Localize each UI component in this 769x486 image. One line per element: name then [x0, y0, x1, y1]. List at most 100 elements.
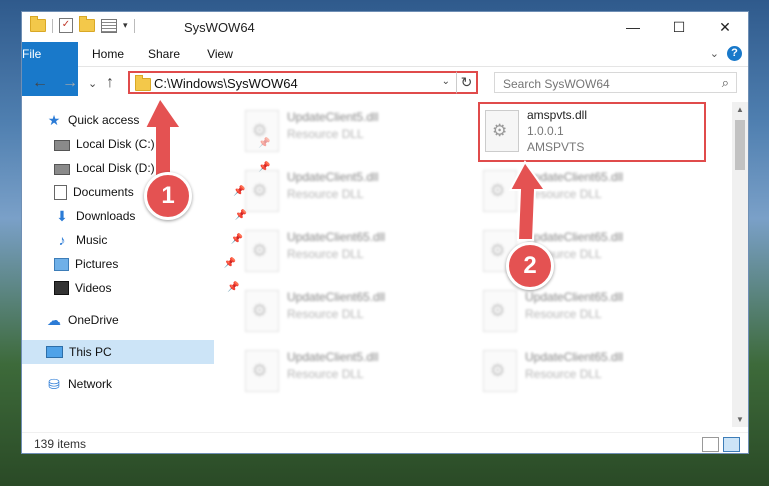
- dll-file-icon: [245, 230, 279, 272]
- file-name: UpdateClient5.dll: [287, 170, 379, 184]
- list-item[interactable]: UpdateClient65.dll Resource DLL: [478, 344, 623, 398]
- sidebar-item-network[interactable]: ⛁ Network: [46, 372, 112, 396]
- selected-file-amspvts[interactable]: amspvts.dll 1.0.0.1 AMSPVTS: [478, 102, 706, 162]
- divider: [133, 18, 135, 33]
- navigation-pane: ★ Quick access Local Disk (C:) 📌 Local D…: [22, 102, 271, 427]
- file-version: 1.0.0.1: [527, 124, 564, 138]
- sidebar-item-videos[interactable]: Videos 📌: [54, 276, 239, 300]
- tab-home[interactable]: Home: [85, 42, 131, 66]
- videos-icon: [54, 281, 69, 295]
- step-1-badge: 1: [144, 172, 192, 220]
- properties-check-icon[interactable]: ✓: [59, 18, 73, 33]
- music-icon: ♪: [58, 232, 66, 248]
- sidebar-item-local-disk-c[interactable]: Local Disk (C:) 📌: [54, 132, 271, 156]
- file-description: Resource DLL: [287, 247, 364, 261]
- dll-file-icon: [245, 290, 279, 332]
- file-description: Resource DLL: [525, 367, 602, 381]
- file-description: Resource DLL: [525, 187, 602, 201]
- dll-file-icon: [245, 170, 279, 212]
- large-icons-view-icon[interactable]: [723, 437, 740, 452]
- expand-ribbon-chevron-icon[interactable]: ⌄: [710, 47, 719, 60]
- details-view-icon[interactable]: [702, 437, 719, 452]
- new-folder-icon[interactable]: [79, 16, 95, 32]
- maximize-button[interactable]: ☐: [656, 12, 702, 42]
- scrollbar-thumb[interactable]: [735, 120, 745, 170]
- sidebar-item-this-pc[interactable]: This PC: [22, 340, 214, 364]
- sidebar-item-label: OneDrive: [68, 313, 119, 327]
- folder-icon: [135, 75, 151, 91]
- sidebar-item-label: Network: [68, 377, 113, 391]
- refresh-icon[interactable]: ↻: [456, 71, 478, 94]
- list-item[interactable]: UpdateClient65.dll Resource DLL: [240, 284, 385, 338]
- address-path[interactable]: C:\Windows\SysWOW64: [154, 76, 298, 91]
- download-icon: ⬇: [56, 208, 68, 224]
- sidebar-item-onedrive[interactable]: ☁ OneDrive: [46, 308, 119, 332]
- file-description: Resource DLL: [287, 367, 364, 381]
- tab-view[interactable]: View: [197, 42, 243, 66]
- quick-access-toolbar: ✓ ▾: [30, 16, 135, 33]
- sidebar-item-label: Pictures: [75, 257, 119, 271]
- recent-locations-chevron-icon[interactable]: ⌄: [88, 77, 97, 90]
- dll-file-icon: [483, 350, 517, 392]
- network-icon: ⛁: [48, 376, 60, 392]
- cloud-icon: ☁: [47, 312, 61, 328]
- close-button[interactable]: ✕: [702, 12, 748, 42]
- list-item[interactable]: UpdateClient5.dll Resource DLL: [240, 104, 378, 158]
- minimize-button[interactable]: —: [610, 12, 656, 42]
- view-properties-icon[interactable]: [101, 18, 117, 33]
- sidebar-item-label: Documents: [73, 185, 134, 199]
- sidebar-item-local-disk-d[interactable]: Local Disk (D:) 📌: [54, 156, 271, 180]
- file-description: Resource DLL: [287, 127, 364, 141]
- item-count: 139 items: [34, 437, 87, 451]
- file-list: UpdateClient5.dll Resource DLL UpdateClie…: [222, 102, 732, 427]
- sidebar-item-label: Videos: [75, 281, 112, 295]
- navigation-bar: ← → ⌄ ↑ C:\Windows\SysWOW64 ⌄ ↻ ⌕: [22, 67, 748, 99]
- scroll-down-arrow-icon[interactable]: ▼: [736, 415, 744, 424]
- file-description: Resource DLL: [287, 187, 364, 201]
- search-input[interactable]: [501, 74, 710, 94]
- list-item[interactable]: UpdateClient65.dll Resource DLL: [240, 224, 385, 278]
- file-name: UpdateClient5.dll: [287, 350, 379, 364]
- sidebar-item-documents[interactable]: Documents 📌: [54, 180, 246, 204]
- documents-icon: [54, 184, 67, 200]
- forward-arrow-icon[interactable]: →: [62, 74, 78, 92]
- address-dropdown-chevron-icon[interactable]: ⌄: [442, 76, 450, 87]
- file-name: UpdateClient65.dll: [525, 350, 624, 364]
- star-icon: ★: [47, 112, 61, 128]
- tab-share[interactable]: Share: [141, 42, 187, 66]
- list-item[interactable]: UpdateClient5.dll Resource DLL: [240, 164, 378, 218]
- list-item[interactable]: UpdateClient65.dll Resource DLL: [478, 284, 623, 338]
- dll-file-icon: [245, 110, 279, 152]
- sidebar-item-music[interactable]: ♪ Music 📌: [54, 228, 244, 252]
- file-name: UpdateClient65.dll: [525, 290, 624, 304]
- help-icon[interactable]: ?: [727, 46, 742, 61]
- ribbon-right-controls: ⌄ ?: [710, 46, 742, 61]
- back-arrow-icon[interactable]: ←: [32, 74, 48, 92]
- divider: [52, 18, 53, 33]
- dll-file-icon: [483, 290, 517, 332]
- address-bar[interactable]: C:\Windows\SysWOW64 ⌄: [128, 71, 478, 94]
- file-name: amspvts.dll: [527, 108, 588, 122]
- sidebar-item-label: Local Disk (C:): [76, 137, 155, 151]
- sidebar-item-quick-access[interactable]: ★ Quick access: [46, 108, 140, 132]
- explorer-window: ✓ ▾ SysWOW64 — ☐ ✕ File Home Share View …: [21, 11, 749, 454]
- drive-icon: [54, 164, 70, 175]
- file-name: UpdateClient5.dll: [287, 110, 379, 124]
- drive-icon: [54, 140, 70, 151]
- list-item[interactable]: UpdateClient65.dll Resource DLL: [478, 164, 623, 218]
- step-2-badge: 2: [506, 242, 554, 290]
- customize-toolbar-chevron-icon[interactable]: ▾: [123, 20, 128, 31]
- vertical-scrollbar[interactable]: ▲ ▼: [732, 102, 748, 427]
- pc-icon: [46, 346, 63, 358]
- file-description: AMSPVTS: [527, 140, 585, 154]
- file-name: UpdateClient65.dll: [287, 290, 386, 304]
- search-icon[interactable]: ⌕: [722, 75, 729, 91]
- sidebar-item-pictures[interactable]: Pictures 📌: [54, 252, 236, 276]
- scroll-up-arrow-icon[interactable]: ▲: [736, 105, 744, 114]
- up-arrow-icon[interactable]: ↑: [106, 74, 114, 92]
- list-item[interactable]: UpdateClient5.dll Resource DLL: [240, 344, 378, 398]
- sidebar-item-downloads[interactable]: ⬇ Downloads 📌: [54, 204, 247, 228]
- file-description: Resource DLL: [287, 307, 364, 321]
- search-box[interactable]: ⌕: [494, 72, 737, 94]
- file-description: Resource DLL: [525, 307, 602, 321]
